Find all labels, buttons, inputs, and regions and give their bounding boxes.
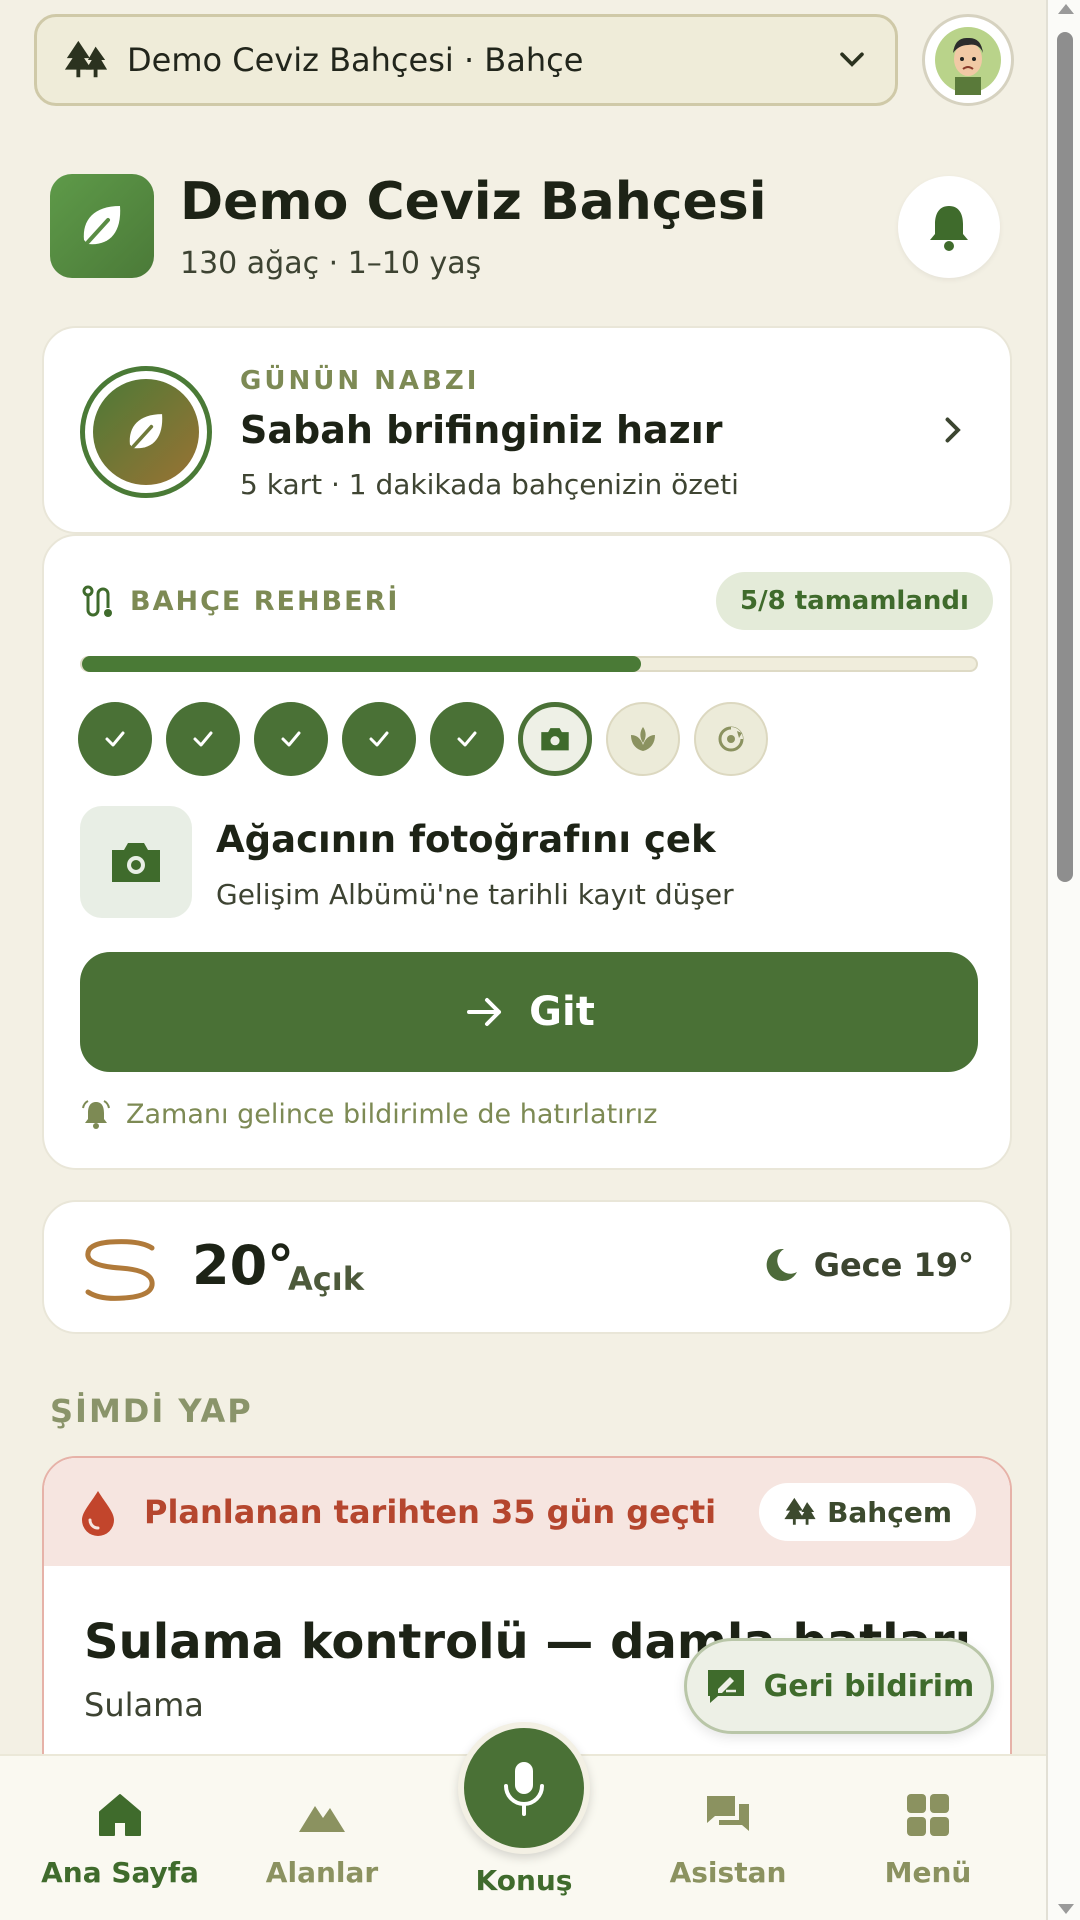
nav-menu[interactable]: Menü xyxy=(838,1790,1018,1889)
camera-icon xyxy=(541,728,569,751)
weather-card[interactable]: 20° Açık Gece 19° xyxy=(42,1200,1012,1334)
arrow-right-icon xyxy=(467,998,502,1026)
go-button[interactable]: Git xyxy=(80,952,978,1072)
mountains-icon xyxy=(299,1806,345,1832)
night-forecast: Gece 19° xyxy=(762,1246,974,1284)
notifications-button[interactable] xyxy=(898,176,1000,278)
scrollbar-thumb[interactable] xyxy=(1057,32,1073,882)
pulse-eyebrow: GÜNÜN NABZI xyxy=(240,366,480,396)
garden-guide-card: BAHÇE REHBERİ 5/8 tamamlandı Ağacının fo… xyxy=(42,534,1012,1170)
guide-step-8-todo[interactable] xyxy=(694,702,768,776)
guide-title: BAHÇE REHBERİ xyxy=(130,586,400,617)
grid-icon xyxy=(907,1794,949,1836)
reminder-note: Zamanı gelince bildirimle de hatırlatırı… xyxy=(80,1098,657,1130)
chat-icon xyxy=(707,1796,749,1831)
leaf-icon xyxy=(129,414,163,449)
chevron-down-icon xyxy=(840,52,864,67)
bell-icon xyxy=(930,206,968,251)
talk-button[interactable] xyxy=(458,1722,590,1854)
scroll-down-icon[interactable] xyxy=(1058,1904,1074,1914)
daily-pulse-card[interactable]: GÜNÜN NABZI Sabah brifinginiz hazır 5 ka… xyxy=(42,326,1012,534)
trees-icon xyxy=(784,1497,816,1525)
pulse-inner xyxy=(93,379,199,485)
nav-talk-label: Konuş xyxy=(475,1864,573,1897)
edit-feedback-icon xyxy=(707,1670,744,1703)
task-card-category: Sulama xyxy=(84,1686,204,1724)
garden-selector[interactable]: Demo Ceviz Bahçesi · Bahçe xyxy=(34,14,898,106)
guide-steps xyxy=(78,702,768,776)
overdue-message: Planlanan tarihten 35 gün geçti xyxy=(144,1493,717,1531)
check-icon xyxy=(193,731,213,747)
weather-temperature: 20° xyxy=(192,1234,295,1297)
task-tile xyxy=(80,806,192,918)
check-icon xyxy=(369,731,389,747)
overdue-banner: Planlanan tarihten 35 gün geçti Bahçem xyxy=(44,1458,1010,1566)
page-title: Demo Ceviz Bahçesi xyxy=(180,172,767,232)
go-button-label: Git xyxy=(529,989,595,1035)
guide-step-7-todo[interactable] xyxy=(606,702,680,776)
avatar[interactable] xyxy=(922,14,1014,106)
route-icon xyxy=(82,585,112,617)
task-title: Ağacının fotoğrafını çek xyxy=(216,818,716,861)
night-temp: Gece 19° xyxy=(813,1246,974,1284)
garden-tag-label: Bahçem xyxy=(827,1495,952,1529)
task-subtitle: Gelişim Albümü'ne tarihli kayıt düşer xyxy=(216,878,734,911)
guide-step-2-done[interactable] xyxy=(166,702,240,776)
garden-logo xyxy=(50,174,154,278)
clear-weather-icon xyxy=(85,1239,155,1301)
scrollbar[interactable] xyxy=(1046,0,1080,1920)
guide-progress-bar xyxy=(80,656,978,672)
check-icon xyxy=(457,731,477,747)
nav-menu-label: Menü xyxy=(884,1856,972,1889)
feedback-label: Geri bildirim xyxy=(763,1668,975,1704)
nav-home[interactable]: Ana Sayfa xyxy=(30,1790,210,1889)
leaf-icon xyxy=(83,206,121,245)
nav-assistant[interactable]: Asistan xyxy=(638,1790,818,1889)
guide-progress-fill xyxy=(82,656,641,672)
nav-areas[interactable]: Alanlar xyxy=(232,1790,412,1889)
guide-progress-badge: 5/8 tamamlandı xyxy=(716,572,993,630)
garden-meta: 130 ağaç · 1–10 yaş xyxy=(180,246,482,281)
trees-icon xyxy=(64,40,108,78)
garden-tag[interactable]: Bahçem xyxy=(759,1483,976,1541)
home-icon xyxy=(99,1794,141,1836)
pulse-title: Sabah brifinginiz hazır xyxy=(240,408,723,452)
garden-selector-label: Demo Ceviz Bahçesi · Bahçe xyxy=(127,41,584,79)
pulse-ring xyxy=(80,366,212,498)
guide-step-3-done[interactable] xyxy=(254,702,328,776)
feedback-button[interactable]: Geri bildirim xyxy=(684,1638,994,1734)
pulse-subtitle: 5 kart · 1 dakikada bahçenizin özeti xyxy=(240,468,739,501)
check-icon xyxy=(281,731,301,747)
reminder-text: Zamanı gelince bildirimle de hatırlatırı… xyxy=(126,1098,658,1130)
user-avatar-icon xyxy=(935,27,1001,95)
microphone-icon xyxy=(504,1762,544,1816)
scroll-up-icon[interactable] xyxy=(1058,4,1074,14)
check-icon xyxy=(105,731,125,747)
guide-step-1-done[interactable] xyxy=(78,702,152,776)
nav-home-label: Ana Sayfa xyxy=(41,1856,199,1889)
water-drop-icon xyxy=(82,1491,114,1536)
moon-icon xyxy=(766,1248,797,1281)
guide-step-4-done[interactable] xyxy=(342,702,416,776)
section-label-now: ŞİMDİ YAP xyxy=(50,1392,253,1430)
nav-assistant-label: Asistan xyxy=(669,1856,787,1889)
guide-step-6-current[interactable] xyxy=(518,702,592,776)
app-content: Demo Ceviz Bahçesi · Bahçe Demo Ceviz Ba… xyxy=(0,0,1046,1920)
chevron-right-icon xyxy=(945,417,961,443)
weather-condition: Açık xyxy=(288,1260,364,1298)
camera-icon xyxy=(112,843,160,882)
nav-areas-label: Alanlar xyxy=(265,1856,379,1889)
guide-step-5-done[interactable] xyxy=(430,702,504,776)
step-icon xyxy=(631,727,655,751)
step-icon xyxy=(718,726,744,752)
bell-ring-icon xyxy=(82,1100,110,1129)
